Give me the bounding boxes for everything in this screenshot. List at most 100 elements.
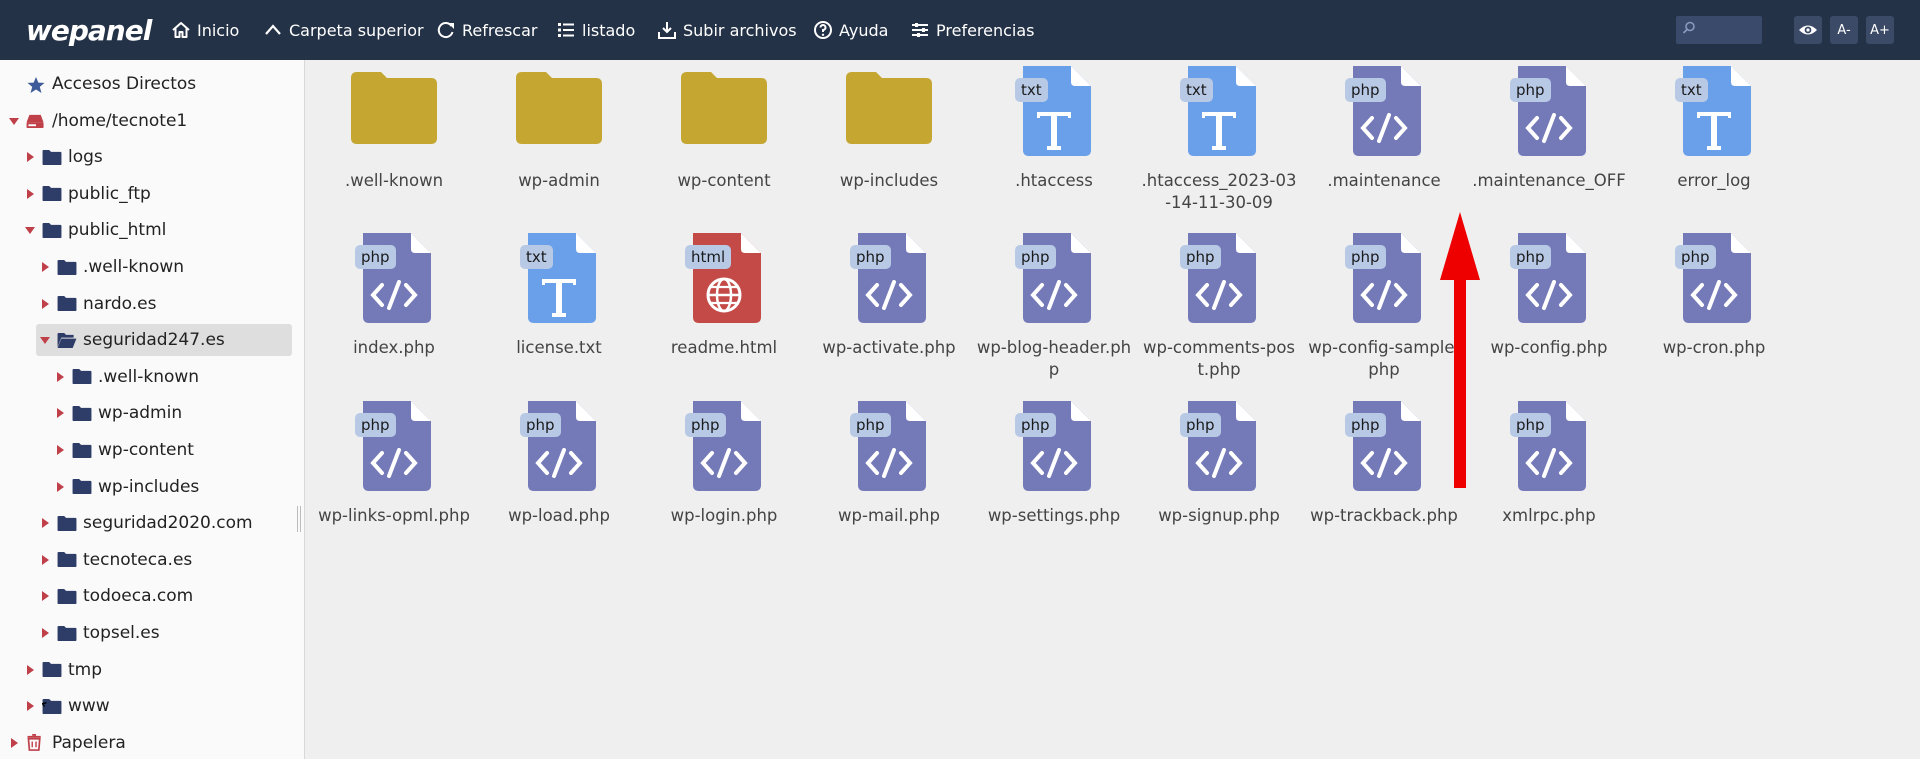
file-tile[interactable]: txt license.txt bbox=[479, 229, 639, 359]
nav-ayuda[interactable]: Ayuda bbox=[812, 0, 888, 60]
tree-item-public-html[interactable]: public_html bbox=[24, 214, 166, 246]
file-tile[interactable]: php wp-settings.php bbox=[974, 397, 1134, 527]
file-name: wp-config.php bbox=[1490, 338, 1608, 357]
file-tile[interactable]: txt .htaccess_2023-03-14-11-30-09 bbox=[1139, 62, 1299, 214]
nav-refrescar[interactable]: Refrescar bbox=[435, 0, 537, 60]
file-tile[interactable]: txt .htaccess bbox=[974, 62, 1134, 192]
caret-down-icon[interactable] bbox=[39, 334, 51, 346]
folder-open-icon bbox=[57, 331, 77, 349]
caret-right-icon[interactable] bbox=[39, 554, 51, 566]
txt-file-icon: txt bbox=[514, 229, 604, 325]
file-tile[interactable]: php wp-blog-header.php bbox=[974, 229, 1134, 381]
file-name: wp-cron.php bbox=[1662, 338, 1766, 357]
file-name: wp-includes bbox=[839, 171, 939, 190]
sliders-icon bbox=[909, 19, 931, 41]
file-tile[interactable]: php wp-activate.php bbox=[809, 229, 969, 359]
file-name: readme.html bbox=[670, 338, 778, 357]
caret-right-icon[interactable] bbox=[54, 481, 66, 493]
nav-carpeta-superior[interactable]: Carpeta superior bbox=[262, 0, 424, 60]
nav-preferencias[interactable]: Preferencias bbox=[909, 0, 1035, 60]
caret-right-icon[interactable] bbox=[24, 188, 36, 200]
folder-tile[interactable]: wp-admin bbox=[479, 62, 639, 192]
tree-item-topsel-es[interactable]: topsel.es bbox=[39, 617, 160, 649]
caret-right-icon[interactable] bbox=[24, 151, 36, 163]
tree-item-wp-includes[interactable]: wp-includes bbox=[54, 471, 199, 503]
tree-item-label: wp-admin bbox=[98, 403, 183, 424]
file-tile[interactable]: php xmlrpc.php bbox=[1469, 397, 1629, 527]
php-file-icon: php bbox=[1504, 62, 1594, 158]
caret-right-icon[interactable] bbox=[39, 261, 51, 273]
tree-item-seguridad247-es[interactable]: seguridad247.es bbox=[36, 324, 292, 357]
search-input[interactable] bbox=[1698, 16, 1760, 44]
file-tile[interactable]: php wp-load.php bbox=[479, 397, 639, 527]
font-increase-button[interactable]: A+ bbox=[1866, 16, 1894, 44]
file-tile[interactable]: php wp-cron.php bbox=[1634, 229, 1794, 359]
tree-item-logs[interactable]: logs bbox=[24, 141, 103, 173]
nav-subir-archivos[interactable]: Subir archivos bbox=[656, 0, 797, 60]
file-name: wp-signup.php bbox=[1158, 506, 1280, 525]
caret-right-icon[interactable] bbox=[39, 627, 51, 639]
folder-tile[interactable]: wp-includes bbox=[809, 62, 969, 192]
caret-right-icon[interactable] bbox=[54, 371, 66, 383]
txt-file-icon: txt bbox=[1009, 62, 1099, 158]
caret-down-icon[interactable] bbox=[8, 115, 20, 127]
file-name: xmlrpc.php bbox=[1502, 506, 1596, 525]
tree-item-www[interactable]: www bbox=[24, 690, 110, 722]
trash-icon bbox=[26, 734, 46, 752]
folder-tile[interactable]: .well-known bbox=[314, 62, 474, 192]
tree-item-nardo-es[interactable]: nardo.es bbox=[39, 288, 157, 320]
tree-item-public-ftp[interactable]: public_ftp bbox=[24, 178, 151, 210]
nav-listado[interactable]: listado bbox=[555, 0, 635, 60]
caret-right-icon[interactable] bbox=[24, 700, 36, 712]
tree-item-label: public_html bbox=[68, 220, 167, 241]
file-tile[interactable]: php .maintenance bbox=[1304, 62, 1464, 192]
tree-item-accesos-directos[interactable]: Accesos Directos bbox=[8, 68, 196, 100]
file-type-badge: php bbox=[1345, 78, 1386, 102]
caret-right-icon[interactable] bbox=[54, 407, 66, 419]
tree-item-well-known[interactable]: .well-known bbox=[54, 361, 199, 393]
tree-item-label: tmp bbox=[68, 659, 103, 680]
caret-right-icon[interactable] bbox=[24, 664, 36, 676]
file-tile[interactable]: php wp-signup.php bbox=[1139, 397, 1299, 527]
view-toggle-button[interactable] bbox=[1794, 16, 1822, 44]
folder-icon bbox=[844, 62, 934, 158]
tree-item-label: Papelera bbox=[52, 732, 126, 753]
tree-item-wp-admin[interactable]: wp-admin bbox=[54, 397, 182, 429]
file-tile[interactable]: php wp-links-opml.php bbox=[314, 397, 474, 527]
php-file-icon: php bbox=[844, 397, 934, 493]
caret-right-icon[interactable] bbox=[39, 517, 51, 529]
tree-item-label: seguridad2020.com bbox=[83, 513, 253, 534]
tree-item-papelera[interactable]: Papelera bbox=[8, 727, 126, 759]
nav-inicio[interactable]: Inicio bbox=[170, 0, 239, 60]
file-tile[interactable]: php wp-config.php bbox=[1469, 229, 1629, 359]
search-box[interactable] bbox=[1676, 16, 1762, 44]
file-tile[interactable]: txt error_log bbox=[1634, 62, 1794, 192]
sidebar-resize-handle[interactable] bbox=[297, 506, 301, 532]
caret-right-icon[interactable] bbox=[39, 298, 51, 310]
tree-item-tecnoteca-es[interactable]: tecnoteca.es bbox=[39, 544, 192, 576]
caret-right-icon[interactable] bbox=[39, 590, 51, 602]
eye-icon bbox=[1799, 25, 1817, 35]
tree-item-home-tecnote1[interactable]: /home/tecnote1 bbox=[8, 105, 187, 137]
folder-icon bbox=[57, 295, 77, 313]
caret-down-icon[interactable] bbox=[24, 224, 36, 236]
folder-icon bbox=[349, 62, 439, 158]
font-decrease-button[interactable]: A- bbox=[1830, 16, 1858, 44]
tree-item-tmp[interactable]: tmp bbox=[24, 654, 102, 686]
file-tile[interactable]: html readme.html bbox=[644, 229, 804, 359]
file-type-badge: php bbox=[1510, 245, 1551, 269]
tree-item-seguridad2020-com[interactable]: seguridad2020.com bbox=[39, 507, 253, 539]
folder-tile[interactable]: wp-content bbox=[644, 62, 804, 192]
file-tile[interactable]: php wp-login.php bbox=[644, 397, 804, 527]
file-tile[interactable]: php wp-comments-post.php bbox=[1139, 229, 1299, 381]
tree-item-well-known[interactable]: .well-known bbox=[39, 251, 184, 283]
file-tile[interactable]: php index.php bbox=[314, 229, 474, 359]
file-tile[interactable]: php .maintenance_OFF bbox=[1469, 62, 1629, 192]
file-tile[interactable]: php wp-mail.php bbox=[809, 397, 969, 527]
caret-right-icon[interactable] bbox=[8, 737, 20, 749]
file-name: wp-comments-post.php bbox=[1142, 338, 1296, 379]
folder-link-icon bbox=[42, 697, 62, 715]
caret-right-icon[interactable] bbox=[54, 444, 66, 456]
tree-item-wp-content[interactable]: wp-content bbox=[54, 434, 194, 466]
tree-item-todoeca-com[interactable]: todoeca.com bbox=[39, 580, 193, 612]
